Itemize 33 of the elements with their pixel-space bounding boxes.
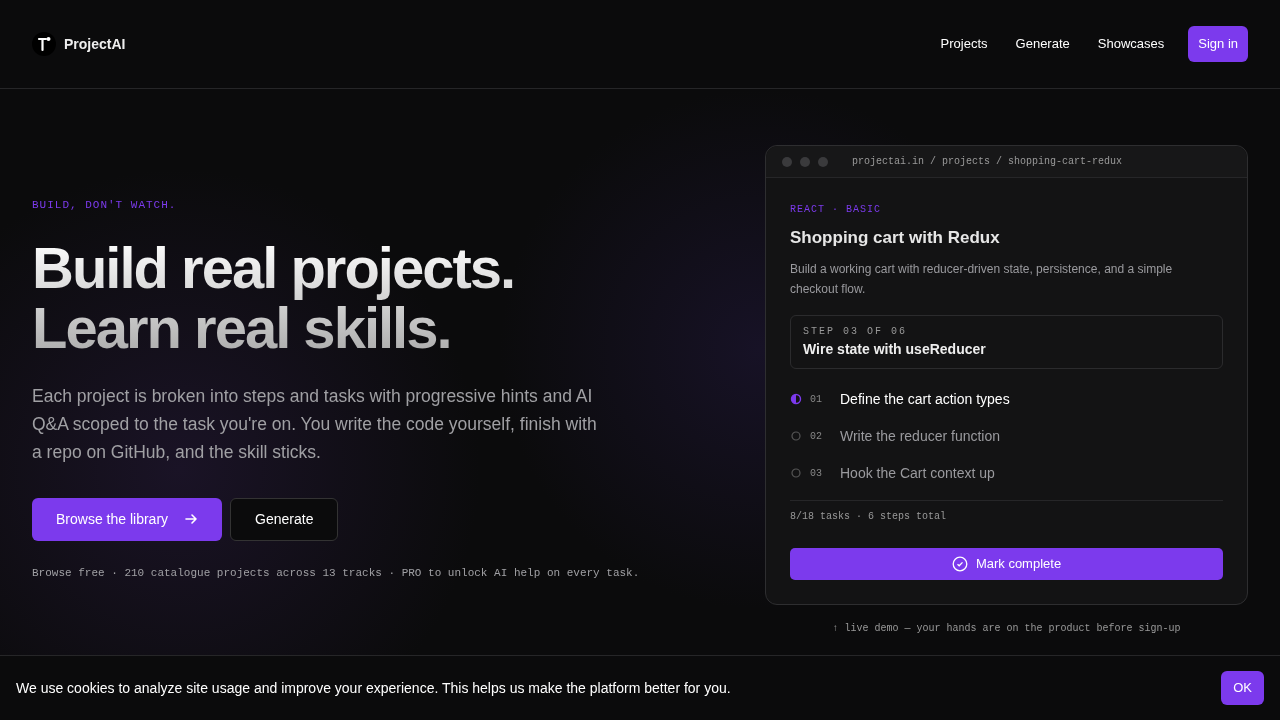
demo-caption: ↑ live demo — your hands are on the product before sign-up [832,621,1181,636]
url-text: projectai.in / projects / shopping-cart-redux [852,155,1123,169]
project-description: Build a working cart with reducer-driven state, persistence, and a simple checkout flow. [790,260,1174,298]
mark-complete-button[interactable]: Mark complete [790,547,1223,580]
window-dot-icon [782,156,792,167]
window-dot-icon [818,156,828,167]
logo-icon [32,32,56,56]
generate-button[interactable]: Generate [230,497,339,541]
task-number: 03 [810,466,823,481]
step-label: STEP 03 OF 06 [803,324,908,339]
hero-description: Each project is broken into steps and tasks with progressive hints and AI Q&A scoped to the task you're on. You write the code yourself, finish with a repo on GitHub, and the skill sticks. [32,384,598,464]
cookie-text: We use cookies to analyze site usage and improve your experience. This helps us make the platform better for you. [16,678,731,698]
arrow-right-icon [184,512,199,526]
ok-button[interactable]: OK [1221,671,1264,705]
window-dot-icon [800,156,810,167]
project-title: Shopping cart with Redux [790,227,1001,249]
brand-name[interactable]: ProjectAI [64,33,126,55]
check-circle-icon [951,555,968,572]
stats-text: 8/18 tasks · 6 steps total [790,509,947,524]
step-title: Wire state with useReducer [803,339,987,359]
footnote-text: Browse free · 210 catalogue projects across 13 tracks · PRO to unlock AI help on every task. [32,565,640,581]
task-label[interactable]: Define the cart action types [840,388,1010,410]
browse-library-button[interactable]: Browse the library [32,497,223,541]
task-label[interactable]: Hook the Cart context up [840,462,995,484]
task-number: 01 [810,392,823,407]
task-number: 02 [810,429,823,444]
project-tag: REACT · BASIC [790,202,1223,217]
sign-in-button[interactable]: Sign in [1188,26,1248,62]
nav-link[interactable]: Generate [1003,26,1082,62]
nav-link[interactable]: Projects [928,26,1000,62]
nav-link[interactable]: Showcases [1085,26,1177,62]
task-label[interactable]: Write the reducer function [840,425,1001,447]
eyebrow-text: BUILD, DON'T WATCH. [32,198,178,213]
